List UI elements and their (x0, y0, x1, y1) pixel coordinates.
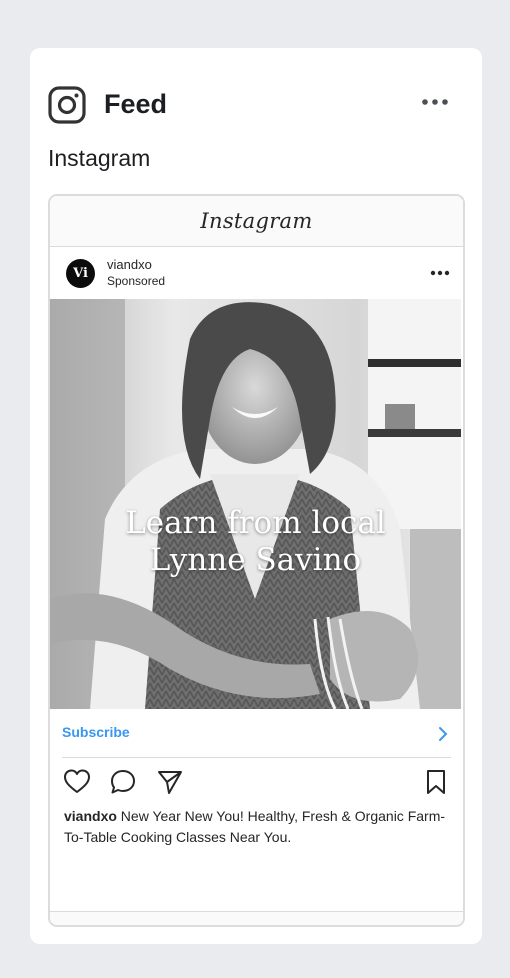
card-header: Feed (48, 86, 464, 124)
more-horizontal-icon[interactable] (420, 90, 450, 114)
cta-label[interactable]: Subscribe (62, 724, 130, 740)
post-photo (50, 299, 461, 709)
ad-preview-card: Feed Instagram Instagram Vi viandxo Spon… (30, 48, 482, 944)
post-caption: viandxo New Year New You! Healthy, Fresh… (64, 806, 449, 848)
caption-username[interactable]: viandxo (64, 808, 117, 824)
heart-icon[interactable] (63, 768, 91, 796)
chevron-right-icon (439, 727, 448, 741)
sponsored-label: Sponsored (107, 274, 166, 288)
avatar[interactable]: Vi (66, 259, 95, 288)
subscribe-cta[interactable]: Subscribe (62, 709, 451, 758)
platform-label: Instagram (48, 145, 151, 171)
post-more-icon[interactable] (429, 263, 451, 283)
placement-title: Feed (104, 89, 168, 119)
instagram-preview-frame: Instagram Vi viandxo Sponsored Learn fro… (48, 194, 465, 927)
image-headline-line-2: Lynne Savino (149, 542, 362, 578)
image-headline-line-1: Learn from local (125, 505, 386, 541)
account-name[interactable]: viandxo (107, 257, 152, 272)
comment-icon[interactable] (109, 768, 137, 796)
instagram-bottom-bar (50, 911, 463, 925)
share-icon[interactable] (156, 768, 184, 796)
bookmark-icon[interactable] (422, 768, 450, 796)
instagram-icon (48, 86, 86, 124)
caption-text: New Year New You! Healthy, Fresh & Organ… (64, 808, 446, 845)
post-actions (50, 758, 463, 804)
post-header: Vi viandxo Sponsored (50, 247, 463, 299)
post-image[interactable]: Learn from local Lynne Savino (50, 299, 461, 709)
instagram-wordmark: Instagram (200, 209, 313, 233)
image-headline: Learn from local Lynne Savino (50, 505, 461, 579)
instagram-top-bar: Instagram (50, 196, 463, 247)
